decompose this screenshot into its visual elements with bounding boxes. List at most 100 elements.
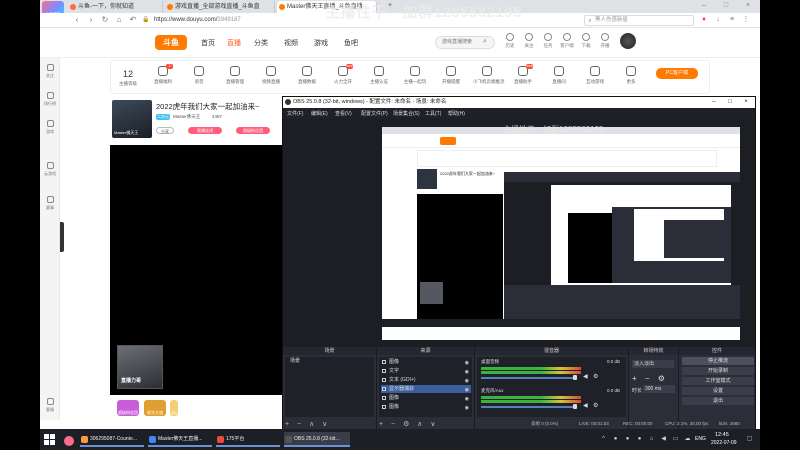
share-button[interactable]: 分享 xyxy=(156,127,174,134)
source-item[interactable]: 图像 ◉ xyxy=(381,394,471,402)
sidebar-item-game[interactable]: 游戏 xyxy=(40,120,60,135)
transition-select[interactable]: 淡入淡出 xyxy=(632,360,674,368)
tool-item[interactable]: 直播管理 xyxy=(221,66,249,85)
address-bar[interactable]: https://www.douyu.com/3949187 xyxy=(154,15,334,26)
fan-club-button[interactable]: 超级粉丝团 xyxy=(236,127,270,134)
network-icon[interactable]: ⌂ xyxy=(648,436,655,443)
nav-live[interactable]: 直播 xyxy=(227,38,241,48)
start-button[interactable] xyxy=(44,434,55,445)
taskbar-app-4[interactable]: OBS 25.0.8 (32-bit... xyxy=(284,432,350,447)
visibility-icon[interactable]: ◉ xyxy=(465,377,469,385)
volume-icon[interactable]: ◀ xyxy=(660,436,667,443)
refresh-icon[interactable]: ↻ xyxy=(100,15,110,25)
forward-icon[interactable]: › xyxy=(86,15,96,25)
source-controls[interactable]: + − ⚙ ∧ ∨ xyxy=(379,420,438,428)
tool-item[interactable]: 更多 xyxy=(617,66,645,85)
star-road-badge[interactable]: 星光大道 xyxy=(144,400,166,416)
mic-speaker-icon[interactable]: ◀ xyxy=(583,402,588,409)
sidebar-item-service[interactable]: 客服 xyxy=(40,398,60,413)
source-item-selected[interactable]: 显示器捕获 ◉ xyxy=(381,385,471,393)
task-button[interactable]: 任务 xyxy=(538,33,558,49)
tool-item[interactable]: 直播助手 new xyxy=(509,64,537,85)
duration-input[interactable]: 300 ms xyxy=(643,385,675,393)
sidebar-item-events[interactable]: 赛事 xyxy=(40,196,60,211)
tray-app-icon[interactable]: ● xyxy=(612,436,619,443)
menu-file[interactable]: 文件(F) xyxy=(287,110,303,117)
pinned-browser-icon[interactable] xyxy=(64,436,74,446)
clock-time[interactable]: 12:45 xyxy=(715,432,729,438)
download-button[interactable]: 下载 xyxy=(576,33,596,49)
sidebar-item-cloud-game[interactable]: 云游戏 xyxy=(40,162,60,177)
menu-edit[interactable]: 编辑(E) xyxy=(311,110,328,117)
speaker-icon[interactable]: ◀ xyxy=(583,373,588,380)
source-item[interactable]: 图像 ◉ xyxy=(381,403,471,411)
download-icon[interactable]: ↓ xyxy=(714,16,722,24)
room-thumbnail[interactable]: Master佛天王 xyxy=(112,100,152,138)
browser-tab-2[interactable]: 游戏直播_全部游戏直播_斗鱼直 xyxy=(165,1,275,13)
sidebar-item-rank[interactable]: 排行榜 xyxy=(40,92,60,107)
visibility-icon[interactable]: ◉ xyxy=(465,395,469,403)
mic-volume-knob[interactable] xyxy=(573,404,577,409)
tool-item[interactable]: 直播福利 3 xyxy=(149,64,177,85)
header-search-icon[interactable]: ⌕ xyxy=(483,38,487,46)
nav-home[interactable]: 首页 xyxy=(201,38,215,48)
source-item[interactable]: 文字 ◉ xyxy=(381,367,471,375)
obs-preview[interactable]: 2022虎年我们大家一起加油来~ xyxy=(283,119,755,347)
back-icon[interactable]: ‹ xyxy=(72,15,82,25)
taskbar-app-1[interactable]: 306295087-Counte... xyxy=(80,432,144,447)
browser-tab-1[interactable]: 斗鱼-一下，你就知道 xyxy=(68,1,163,13)
close-icon[interactable]: × xyxy=(744,2,752,10)
maximize-icon[interactable]: □ xyxy=(722,2,730,10)
menu-profile[interactable]: 配置文件(P) xyxy=(361,110,388,117)
taskbar-app-3[interactable]: 175平台 xyxy=(216,432,280,447)
notification-icon[interactable]: ▢ xyxy=(746,436,753,443)
scene-item[interactable]: 场景 xyxy=(287,357,373,365)
sidebar-collapse-handle[interactable] xyxy=(60,222,64,252)
visibility-icon[interactable]: ◉ xyxy=(465,359,469,367)
transition-controls[interactable]: + − ⚙ xyxy=(632,374,668,383)
menu-scene-collection[interactable]: 场景集合(S) xyxy=(393,110,420,117)
tool-item[interactable]: 互动游戏 xyxy=(581,66,609,85)
home-icon[interactable]: ⌂ xyxy=(114,15,124,25)
menu-help[interactable]: 帮助(H) xyxy=(448,110,465,117)
source-item[interactable]: 图像 ◉ xyxy=(381,358,471,366)
tray-app-icon[interactable]: ● xyxy=(624,436,631,443)
start-recording-button[interactable]: 开始录制 xyxy=(682,367,754,375)
obs-close-icon[interactable]: × xyxy=(741,97,751,108)
desktop-volume-slider[interactable] xyxy=(481,377,575,379)
tool-item[interactable]: 主播认证 xyxy=(365,66,393,85)
user-avatar[interactable] xyxy=(620,33,636,49)
settings-button[interactable]: 设置 xyxy=(682,387,754,395)
more-icon[interactable]: ⋮ xyxy=(742,16,750,24)
pc-client-button[interactable]: PC客户端 xyxy=(656,68,698,79)
exit-button[interactable]: 退出 xyxy=(682,397,754,405)
live-connect-button[interactable]: 直播连线 xyxy=(188,127,222,134)
room-category-tag[interactable]: 二次元 xyxy=(156,114,170,120)
mic-volume-slider[interactable] xyxy=(481,406,575,408)
obs-maximize-icon[interactable]: □ xyxy=(725,97,735,108)
nav-video[interactable]: 视频 xyxy=(284,38,298,48)
taskbar-app-2[interactable]: Master佛天王直播... xyxy=(148,432,212,447)
tray-chevron-icon[interactable]: ^ xyxy=(600,436,607,443)
tool-item[interactable]: 直播数据 xyxy=(293,66,321,85)
douyu-logo[interactable]: 斗鱼 xyxy=(155,35,187,50)
extension-icon[interactable]: ♦ xyxy=(700,16,708,24)
battery-icon[interactable]: ▭ xyxy=(672,436,679,443)
stop-streaming-button[interactable]: 停止推流 xyxy=(682,357,754,365)
mic-settings-icon[interactable]: ⚙ xyxy=(593,402,598,409)
nav-game[interactable]: 游戏 xyxy=(314,38,328,48)
event-badge[interactable]: 活动 xyxy=(170,400,178,416)
obs-titlebar[interactable]: OBS 25.0.8 (32-bit, windows) - 配置文件: 未命名… xyxy=(283,97,755,108)
go-live-button[interactable]: 开播 xyxy=(595,33,615,49)
client-button[interactable]: 客户端 xyxy=(557,33,577,49)
tool-item[interactable]: 小飞机云端推流 xyxy=(473,66,505,85)
obs-minimize-icon[interactable]: – xyxy=(709,97,719,108)
history-button[interactable]: 历史 xyxy=(500,33,520,49)
follow-button[interactable]: 关注 xyxy=(519,33,539,49)
source-item[interactable]: 文本 (GDI+) ◉ xyxy=(381,376,471,384)
tray-app-icon[interactable]: ● xyxy=(636,436,643,443)
tool-item[interactable]: 主播一起玩 xyxy=(401,66,429,85)
desktop-volume-knob[interactable] xyxy=(573,375,577,380)
nav-fishbar[interactable]: 鱼吧 xyxy=(344,38,358,48)
menu-icon[interactable]: ≡ xyxy=(728,16,736,24)
